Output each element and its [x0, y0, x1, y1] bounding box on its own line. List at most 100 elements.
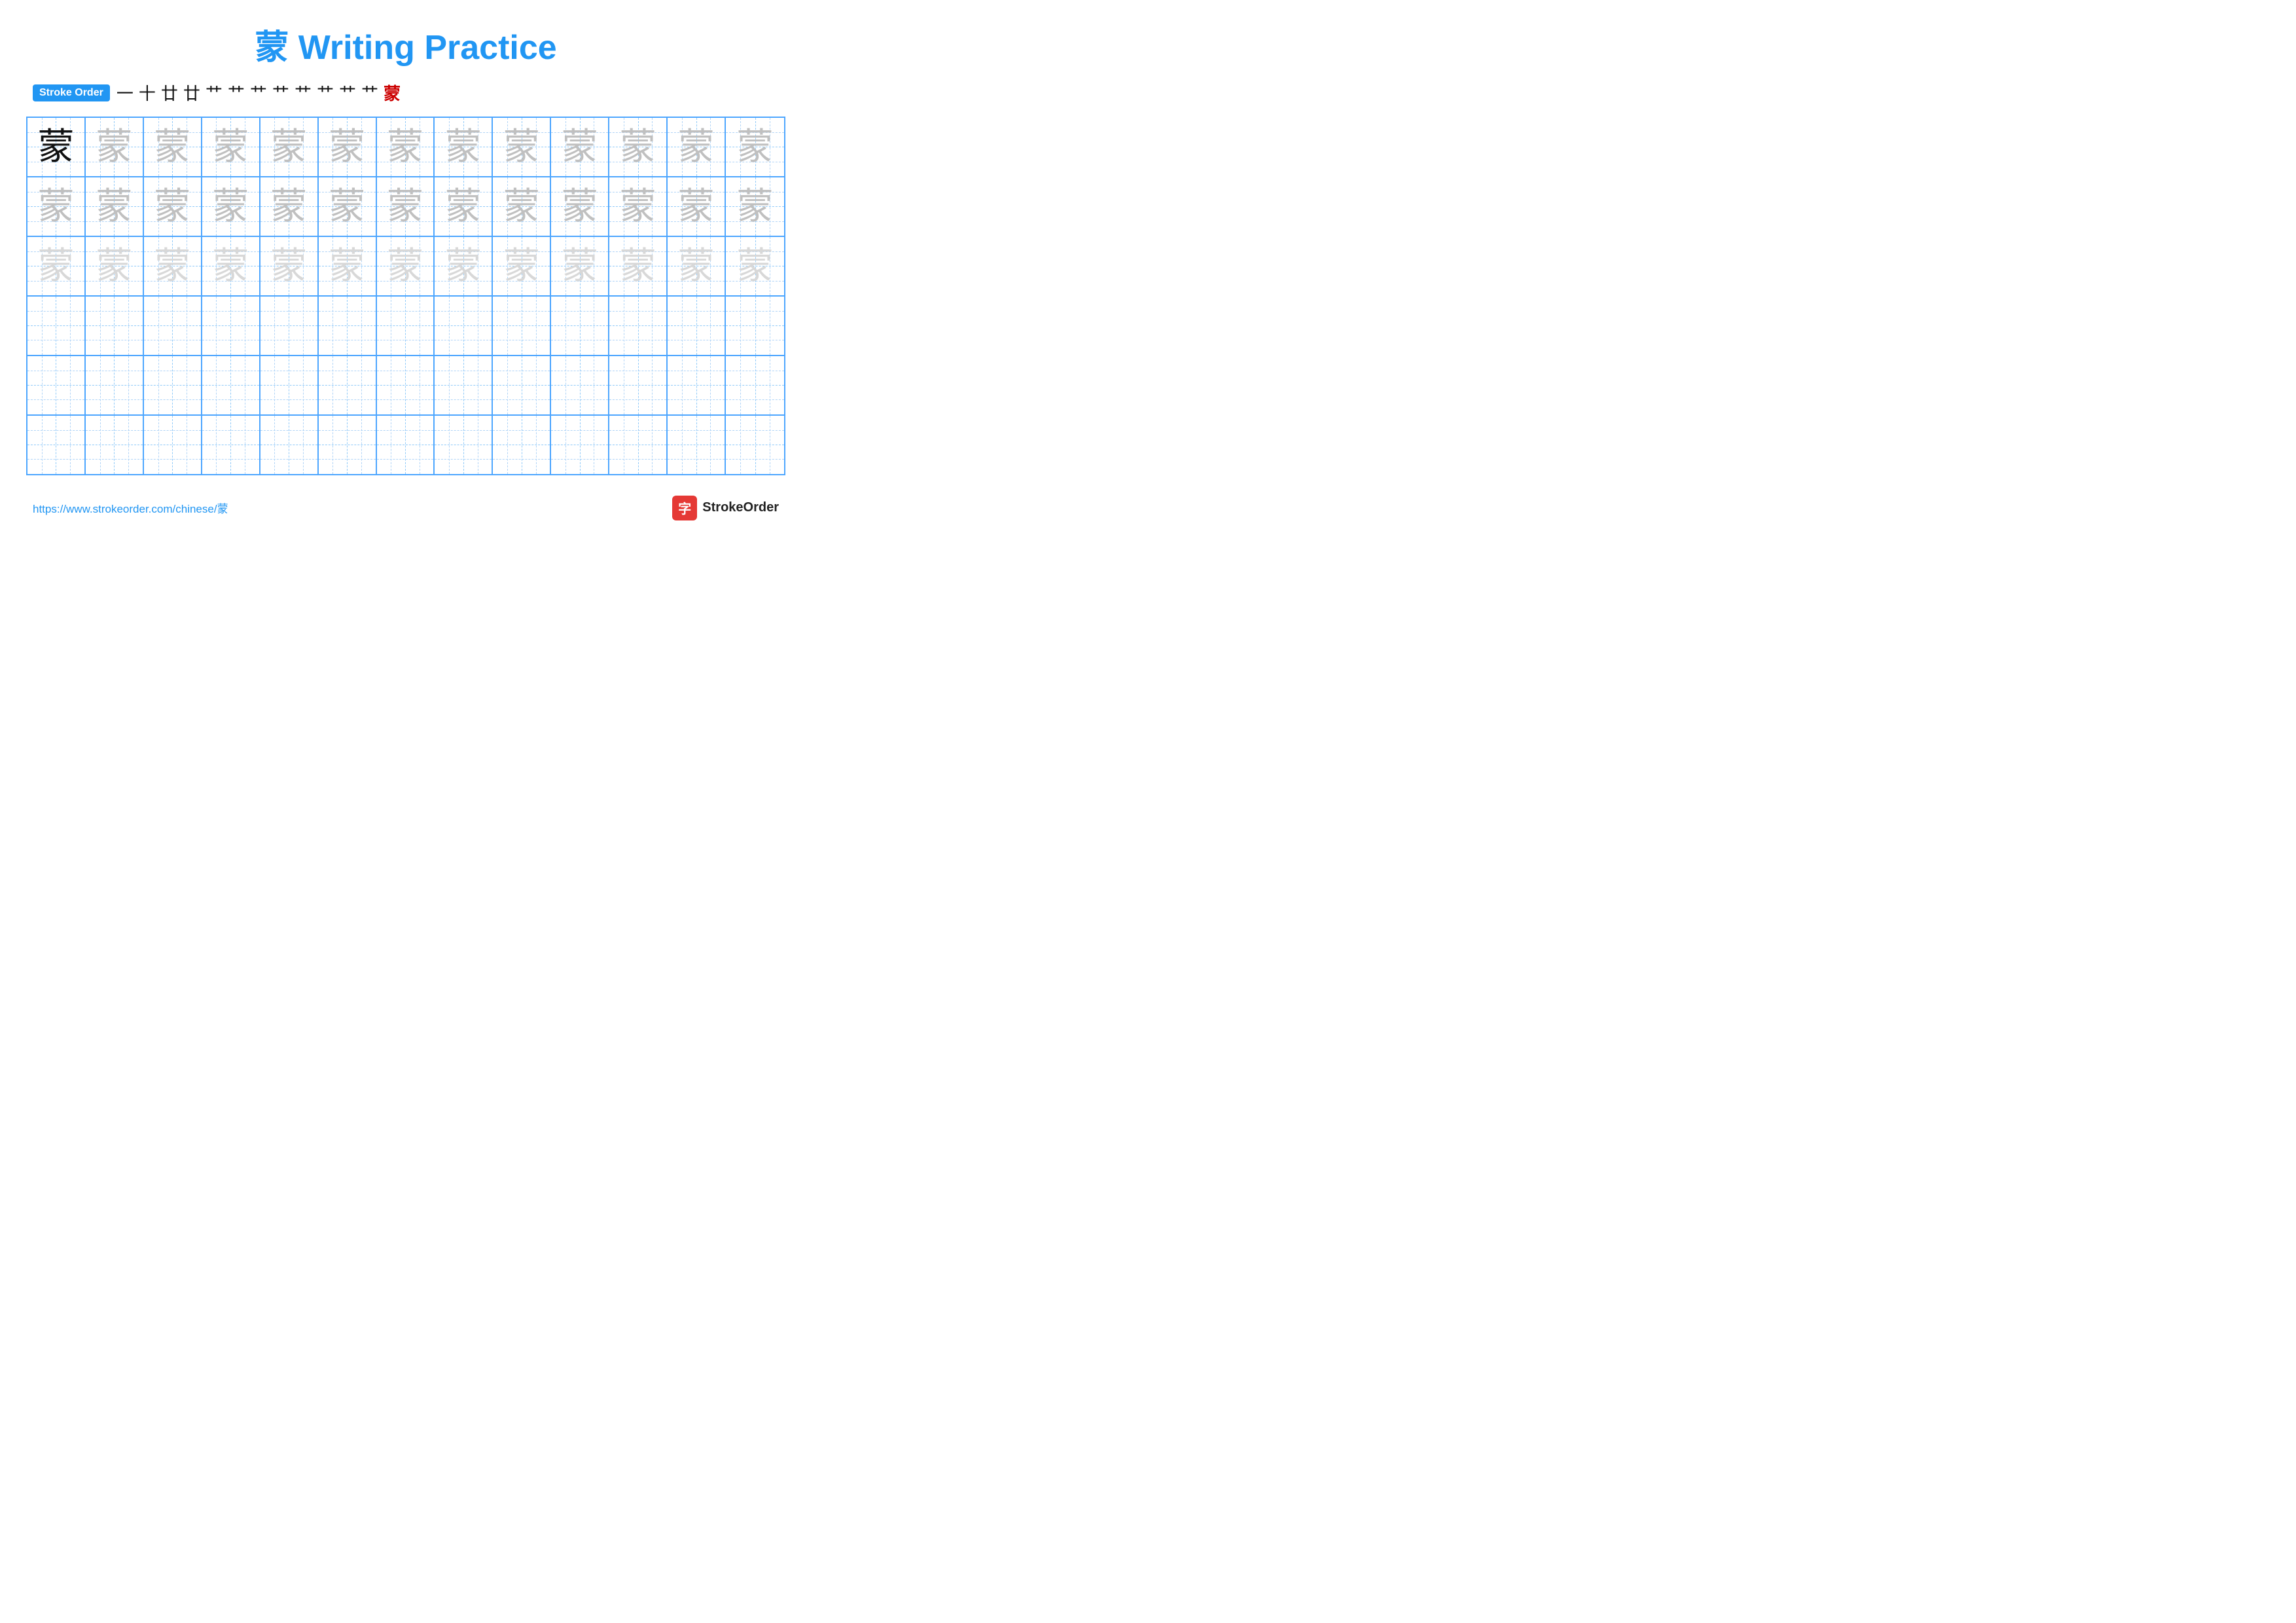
practice-char: 蒙: [678, 188, 715, 225]
grid-cell-r1-c2: 蒙: [144, 177, 202, 236]
stroke-char-0: 一: [117, 81, 134, 105]
grid-cell-r0-c12: 蒙: [726, 118, 784, 176]
grid-cell-r4-c6: [377, 356, 435, 414]
grid-cell-r5-c1: [86, 416, 144, 474]
grid-cell-r2-c12: 蒙: [726, 237, 784, 295]
grid-cell-r3-c1: [86, 297, 144, 355]
grid-cell-r0-c6: 蒙: [377, 118, 435, 176]
grid-cell-r4-c12: [726, 356, 784, 414]
stroke-char-7: 艹: [272, 81, 289, 105]
grid-cell-r1-c7: 蒙: [435, 177, 493, 236]
practice-char: 蒙: [737, 247, 774, 284]
grid-cell-r0-c0: 蒙: [27, 118, 86, 176]
grid-cell-r3-c9: [551, 297, 609, 355]
grid-cell-r3-c4: [260, 297, 319, 355]
grid-cell-r1-c3: 蒙: [202, 177, 260, 236]
grid-cell-r4-c4: [260, 356, 319, 414]
grid-cell-r1-c4: 蒙: [260, 177, 319, 236]
practice-char: 蒙: [37, 247, 74, 284]
practice-char: 蒙: [212, 128, 249, 165]
practice-char: 蒙: [329, 247, 365, 284]
practice-char: 蒙: [37, 188, 74, 225]
grid-cell-r2-c2: 蒙: [144, 237, 202, 295]
grid-cell-r5-c3: [202, 416, 260, 474]
grid-cell-r0-c9: 蒙: [551, 118, 609, 176]
practice-char: 蒙: [562, 247, 598, 284]
grid-cell-r3-c8: [493, 297, 551, 355]
practice-char: 蒙: [212, 247, 249, 284]
practice-char: 蒙: [387, 247, 423, 284]
grid-cell-r4-c8: [493, 356, 551, 414]
grid-cell-r0-c2: 蒙: [144, 118, 202, 176]
grid-cell-r2-c5: 蒙: [319, 237, 377, 295]
grid-cell-r2-c3: 蒙: [202, 237, 260, 295]
grid-cell-r0-c3: 蒙: [202, 118, 260, 176]
grid-cell-r1-c10: 蒙: [609, 177, 668, 236]
grid-cell-r1-c6: 蒙: [377, 177, 435, 236]
practice-char: 蒙: [678, 128, 715, 165]
grid-cell-r5-c5: [319, 416, 377, 474]
practice-char: 蒙: [503, 128, 540, 165]
grid-row-3: 蒙蒙蒙蒙蒙蒙蒙蒙蒙蒙蒙蒙蒙: [27, 237, 784, 297]
grid-row-4: [27, 297, 784, 356]
practice-char: 蒙: [154, 247, 190, 284]
practice-char: 蒙: [620, 188, 656, 225]
practice-char: 蒙: [445, 188, 482, 225]
stroke-char-6: 艹: [250, 81, 267, 105]
grid-cell-r0-c1: 蒙: [86, 118, 144, 176]
grid-cell-r3-c10: [609, 297, 668, 355]
practice-char: 蒙: [387, 188, 423, 225]
grid-cell-r4-c7: [435, 356, 493, 414]
stroke-order-row: Stroke Order 一十廿廿艹艹艹艹艹艹艹艹蒙: [26, 81, 785, 105]
grid-cell-r5-c9: [551, 416, 609, 474]
grid-cell-r0-c5: 蒙: [319, 118, 377, 176]
grid-row-6: [27, 416, 784, 474]
title-text: 蒙 Writing Practice: [255, 29, 556, 67]
practice-char: 蒙: [270, 128, 307, 165]
grid-cell-r5-c0: [27, 416, 86, 474]
grid-cell-r3-c0: [27, 297, 86, 355]
grid-row-5: [27, 356, 784, 416]
stroke-char-5: 艹: [228, 81, 245, 105]
grid-cell-r2-c1: 蒙: [86, 237, 144, 295]
grid-row-1: 蒙蒙蒙蒙蒙蒙蒙蒙蒙蒙蒙蒙蒙: [27, 118, 784, 177]
stroke-char-9: 艹: [317, 81, 334, 105]
grid-cell-r0-c4: 蒙: [260, 118, 319, 176]
grid-cell-r1-c0: 蒙: [27, 177, 86, 236]
stroke-char-1: 十: [139, 81, 156, 105]
grid-cell-r2-c11: 蒙: [668, 237, 726, 295]
grid-cell-r5-c4: [260, 416, 319, 474]
practice-char: 蒙: [737, 188, 774, 225]
grid-cell-r3-c6: [377, 297, 435, 355]
grid-cell-r0-c11: 蒙: [668, 118, 726, 176]
practice-char: 蒙: [678, 247, 715, 284]
practice-grid: 蒙蒙蒙蒙蒙蒙蒙蒙蒙蒙蒙蒙蒙 蒙蒙蒙蒙蒙蒙蒙蒙蒙蒙蒙蒙蒙 蒙蒙蒙蒙蒙蒙蒙蒙蒙蒙蒙蒙…: [26, 117, 785, 475]
practice-char: 蒙: [387, 128, 423, 165]
practice-char: 蒙: [620, 247, 656, 284]
grid-cell-r3-c3: [202, 297, 260, 355]
stroke-char-4: 艹: [206, 81, 223, 105]
grid-cell-r1-c8: 蒙: [493, 177, 551, 236]
grid-cell-r5-c11: [668, 416, 726, 474]
stroke-order-badge: Stroke Order: [33, 84, 110, 101]
grid-cell-r2-c8: 蒙: [493, 237, 551, 295]
page-title: 蒙 Writing Practice: [26, 20, 785, 69]
stroke-char-10: 艹: [339, 81, 356, 105]
grid-cell-r3-c7: [435, 297, 493, 355]
grid-cell-r5-c10: [609, 416, 668, 474]
practice-char: 蒙: [562, 188, 598, 225]
practice-char: 蒙: [212, 188, 249, 225]
stroke-chars: 一十廿廿艹艹艹艹艹艹艹艹蒙: [117, 81, 401, 105]
practice-char: 蒙: [503, 188, 540, 225]
grid-cell-r1-c11: 蒙: [668, 177, 726, 236]
grid-cell-r3-c11: [668, 297, 726, 355]
footer-url[interactable]: https://www.strokeorder.com/chinese/蒙: [33, 500, 228, 516]
stroke-char-8: 艹: [295, 81, 312, 105]
grid-cell-r5-c6: [377, 416, 435, 474]
practice-char: 蒙: [270, 247, 307, 284]
practice-char: 蒙: [503, 247, 540, 284]
practice-char: 蒙: [96, 188, 132, 225]
grid-row-2: 蒙蒙蒙蒙蒙蒙蒙蒙蒙蒙蒙蒙蒙: [27, 177, 784, 237]
practice-char: 蒙: [445, 247, 482, 284]
stroke-char-11: 艹: [361, 81, 378, 105]
